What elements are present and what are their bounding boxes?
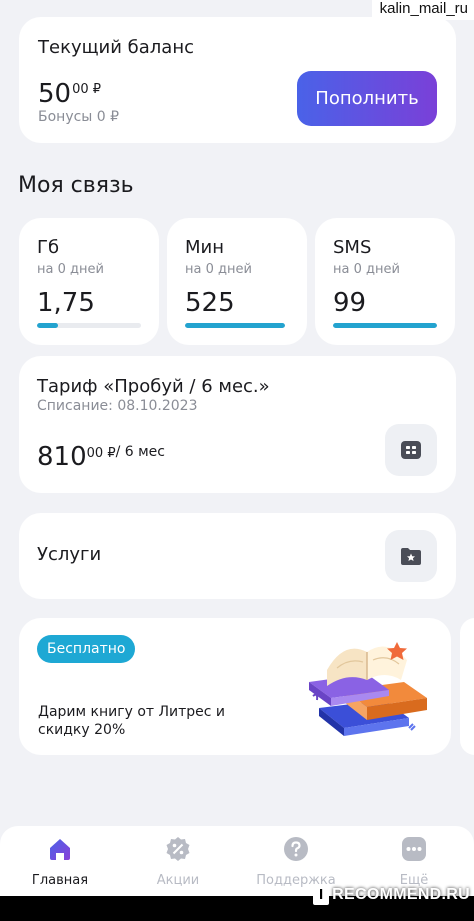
tile-gb[interactable]: Гб на 0 дней 1,75 <box>19 218 159 345</box>
nav-label: Акции <box>156 873 200 888</box>
help-icon <box>284 837 308 861</box>
balance-amount-main: 50 <box>38 79 72 109</box>
services-label: Услуги <box>37 544 102 565</box>
balance-card: Текущий баланс 5000 ₽ Бонусы 0 ₽ Пополни… <box>19 17 456 143</box>
tariff-card[interactable]: Тариф «Пробуй / 6 мес.» Списание: 08.10.… <box>19 356 456 493</box>
tile-progress-bar <box>37 323 141 328</box>
tariff-price-period: / 6 мес <box>115 444 165 460</box>
tile-value: 1,75 <box>37 288 95 318</box>
home-icon <box>50 839 70 860</box>
nav-promotions[interactable]: Акции <box>128 836 228 888</box>
balance-amount: 5000 ₽ <box>38 79 101 109</box>
folder-star-icon <box>401 548 421 565</box>
tile-label: Гб <box>37 237 60 258</box>
services-card[interactable]: Услуги <box>19 513 456 599</box>
tile-value: 525 <box>185 288 235 318</box>
nav-label: Главная <box>31 873 89 888</box>
percent-icon <box>166 837 190 861</box>
tariff-charge-date: Списание: 08.10.2023 <box>37 398 198 414</box>
promo-card[interactable]: Бесплатно Дарим книгу от Литрес и скидку… <box>19 618 451 755</box>
nav-home[interactable]: Главная <box>10 836 110 888</box>
recommend-watermark: I RECOMMEND.RU <box>313 885 470 905</box>
tile-progress-fill <box>185 323 285 328</box>
services-button[interactable] <box>385 530 437 582</box>
tile-label: SMS <box>333 237 372 258</box>
tile-minutes[interactable]: Мин на 0 дней 525 <box>167 218 307 345</box>
tariff-sim-button[interactable] <box>385 424 437 476</box>
tile-sms[interactable]: SMS на 0 дней 99 <box>315 218 455 345</box>
balance-amount-cents: 00 ₽ <box>72 82 102 97</box>
section-title: Моя связь <box>18 173 134 198</box>
nav-support[interactable]: Поддержка <box>246 836 346 888</box>
balance-title: Текущий баланс <box>38 37 194 58</box>
tariff-price: 81000 ₽/ 6 мес <box>37 442 165 472</box>
recommend-text: RECOMMEND.RU <box>332 886 470 903</box>
balance-bonus: Бонусы 0 ₽ <box>38 109 120 125</box>
sim-card-icon <box>401 441 421 459</box>
tariff-price-main: 810 <box>37 442 87 472</box>
tile-value: 99 <box>333 288 367 318</box>
nav-more[interactable]: Ещё <box>364 836 464 888</box>
more-icon <box>402 837 426 861</box>
books-illustration <box>309 642 427 736</box>
promo-card-next[interactable] <box>460 618 474 755</box>
recommend-logo-icon: I <box>313 885 330 905</box>
tile-progress-fill <box>333 323 437 328</box>
tariff-price-cents: 00 ₽ <box>86 446 116 461</box>
tile-progress-fill <box>37 323 58 328</box>
tile-sub: на 0 дней <box>37 262 104 277</box>
promo-badge: Бесплатно <box>37 635 136 663</box>
tariff-title: Тариф «Пробуй / 6 мес.» <box>37 376 270 397</box>
promo-text: Дарим книгу от Литрес и скидку 20% <box>38 704 226 738</box>
tile-progress-bar <box>333 323 437 328</box>
topup-button[interactable]: Пополнить <box>297 71 437 126</box>
tile-label: Мин <box>185 237 224 258</box>
tile-sub: на 0 дней <box>185 262 252 277</box>
tile-progress-bar <box>185 323 285 328</box>
tile-sub: на 0 дней <box>333 262 400 277</box>
